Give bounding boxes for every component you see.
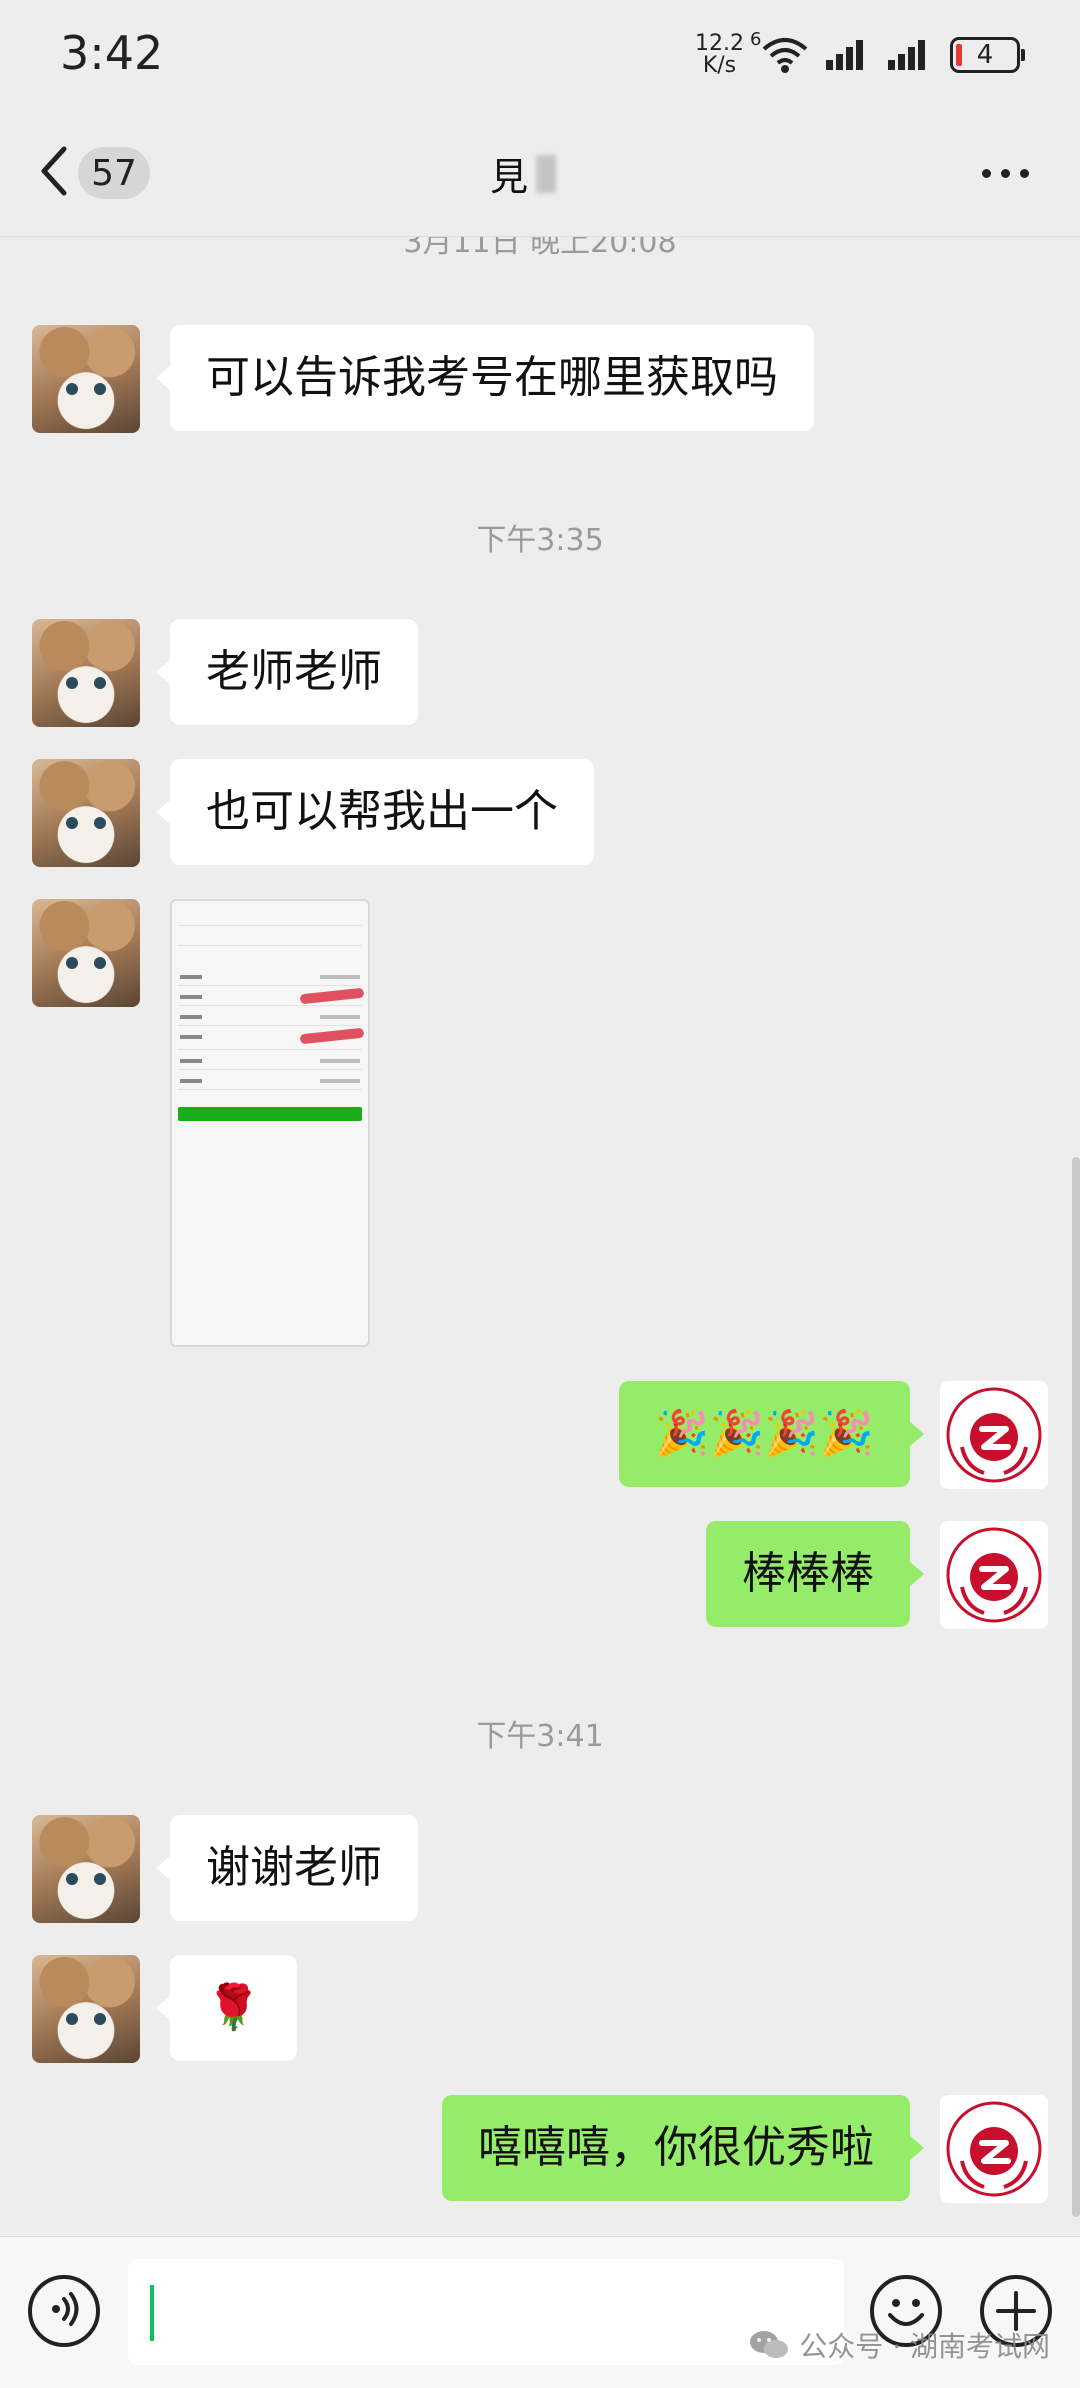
self-avatar[interactable] (940, 1381, 1048, 1489)
time-separator: 下午3:41 (476, 1719, 604, 1754)
network-speed: 12.2 K/s (695, 33, 744, 77)
message-bubble-sent[interactable]: 嘻嘻嘻，你很优秀啦 (442, 2095, 924, 2201)
voice-icon (44, 2289, 84, 2333)
organization-logo-icon (946, 2101, 1042, 2197)
image-message[interactable] (170, 899, 370, 1347)
status-indicators: 12.2 K/s 6 4 (695, 29, 1025, 80)
chat-header: 57 見 (0, 110, 1080, 237)
message-bubble-received[interactable]: 🌹 (156, 1955, 297, 2061)
back-button[interactable]: 57 (36, 138, 150, 208)
battery-level: 4 (976, 40, 994, 70)
more-options-button[interactable] (970, 148, 1040, 198)
contact-avatar[interactable] (32, 325, 140, 433)
contact-avatar[interactable] (32, 759, 140, 867)
message-input[interactable] (128, 2259, 844, 2365)
image-next-button (178, 1107, 362, 1121)
chevron-left-icon (36, 143, 72, 203)
message-bubble-received[interactable]: 谢谢老师 (156, 1815, 418, 1921)
text-caret (150, 2285, 154, 2341)
wifi-badge: 6 (750, 29, 762, 50)
time-separator: 3月11日 晚上20:08 (403, 237, 677, 260)
ellipsis-dot (1000, 168, 1010, 178)
ellipsis-dot (981, 168, 991, 178)
contact-avatar[interactable] (32, 1815, 140, 1923)
input-bar: 公众号 · 湖南考试网 (0, 2236, 1080, 2388)
signal-icon (826, 36, 872, 74)
ellipsis-dot (1019, 168, 1029, 178)
chat-title: 見 (490, 146, 557, 201)
message-bubble-sent[interactable]: 棒棒棒 (706, 1521, 924, 1627)
message-list[interactable]: 3月11日 晚上20:08 可以告诉我考号在哪里获取吗 下午3:35 老师老师 … (0, 237, 1080, 2235)
scrollbar[interactable] (1072, 1157, 1080, 2217)
organization-logo-icon (946, 1527, 1042, 1623)
status-bar: 3:42 12.2 K/s 6 4 (0, 0, 1080, 110)
watermark: 公众号 · 湖南考试网 (749, 2325, 1050, 2365)
battery-icon: 4 (950, 37, 1025, 73)
time-separator: 下午3:35 (476, 523, 604, 558)
voice-button[interactable] (28, 2275, 100, 2347)
message-bubble-received[interactable]: 也可以帮我出一个 (156, 759, 594, 865)
chat-title-redacted (536, 154, 557, 193)
contact-avatar[interactable] (32, 899, 140, 1007)
unread-count-badge: 57 (78, 147, 150, 199)
organization-logo-icon (946, 1387, 1042, 1483)
wifi-icon: 6 (750, 29, 810, 75)
message-bubble-sent[interactable]: 🎉🎉🎉🎉 (618, 1381, 925, 1487)
chat-title-char: 見 (490, 155, 529, 199)
wechat-icon (750, 2331, 789, 2358)
contact-avatar[interactable] (32, 1955, 140, 2063)
contact-avatar[interactable] (32, 619, 140, 727)
watermark-text: 公众号 · 湖南考试网 (799, 2330, 1050, 2363)
self-avatar[interactable] (940, 1521, 1048, 1629)
signal-icon-2 (888, 36, 934, 74)
self-avatar[interactable] (940, 2095, 1048, 2203)
message-bubble-received[interactable]: 老师老师 (156, 619, 418, 725)
network-speed-value: 12.2 (695, 31, 744, 56)
message-bubble-received[interactable]: 可以告诉我考号在哪里获取吗 (156, 325, 814, 431)
network-speed-unit: K/s (702, 53, 737, 78)
status-time: 3:42 (60, 26, 164, 80)
